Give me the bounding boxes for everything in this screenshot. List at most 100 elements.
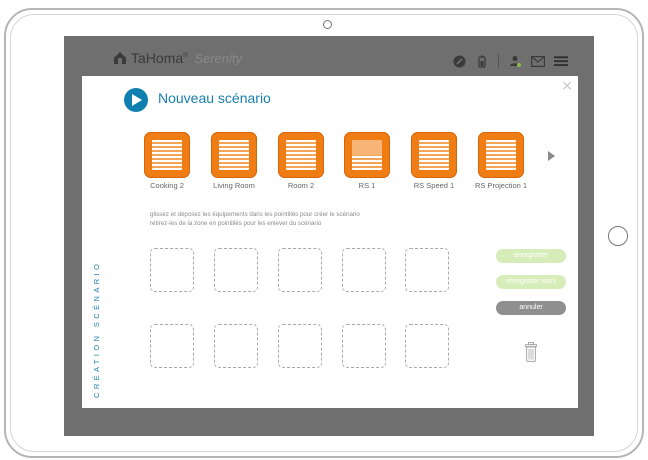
roller-shutter-icon bbox=[278, 132, 324, 178]
instruction-line: retirez-les de la zone en pointillés pou… bbox=[150, 220, 322, 227]
house-icon bbox=[114, 52, 126, 64]
drop-slot[interactable] bbox=[150, 248, 194, 292]
device-tile[interactable]: Cooking 2 bbox=[134, 132, 200, 190]
save-as-button[interactable]: enregistrer sous bbox=[496, 275, 566, 289]
drop-slot[interactable] bbox=[214, 324, 258, 368]
shutter-slat bbox=[152, 158, 182, 160]
app-logo[interactable]: TaHoma® Serenity bbox=[113, 50, 242, 66]
shutter-slat bbox=[419, 142, 449, 144]
shutter-slat bbox=[419, 166, 449, 168]
settings-icon[interactable] bbox=[452, 54, 466, 68]
drop-slot[interactable] bbox=[342, 248, 386, 292]
roller-shutter-icon bbox=[344, 132, 390, 178]
shutter-slat bbox=[419, 154, 449, 156]
cancel-button[interactable]: annuler bbox=[496, 301, 566, 315]
shutter-slat bbox=[152, 154, 182, 156]
new-scenario-modal: × Nouveau scénario Cooking 2 Living Room R… bbox=[82, 76, 578, 408]
tablet-camera bbox=[323, 20, 332, 29]
shutter-slat bbox=[419, 162, 449, 164]
side-label: CRÉATION SCÉNARIO bbox=[92, 260, 101, 398]
device-tile[interactable]: Living Room bbox=[201, 132, 267, 190]
roller-shutter-icon bbox=[411, 132, 457, 178]
shutter-slat bbox=[352, 158, 382, 160]
device-tile[interactable]: RS Projection 1 bbox=[468, 132, 534, 190]
modal-title: Nouveau scénario bbox=[158, 90, 271, 106]
shutter-slat bbox=[352, 162, 382, 164]
drop-slot[interactable] bbox=[150, 324, 194, 368]
menu-icon[interactable] bbox=[554, 54, 568, 68]
next-arrow-icon[interactable] bbox=[548, 151, 555, 161]
shutter-slat bbox=[486, 162, 516, 164]
brand-subtitle: Serenity bbox=[194, 50, 243, 66]
battery-icon[interactable] bbox=[475, 54, 489, 68]
shutter-slat bbox=[152, 166, 182, 168]
trash-icon[interactable] bbox=[525, 342, 537, 362]
roller-shutter-icon bbox=[478, 132, 524, 178]
drop-slot[interactable] bbox=[278, 248, 322, 292]
drop-slot[interactable] bbox=[214, 248, 258, 292]
shutter-slat bbox=[152, 146, 182, 148]
shutter-graphic bbox=[152, 140, 182, 170]
shutter-slat bbox=[486, 142, 516, 144]
shutter-slat bbox=[152, 150, 182, 152]
header-toolbar bbox=[452, 54, 568, 68]
shutter-slat bbox=[152, 142, 182, 144]
shutter-slat bbox=[286, 154, 316, 156]
shutter-slat bbox=[486, 158, 516, 160]
drop-slot[interactable] bbox=[278, 324, 322, 368]
app-header: TaHoma® Serenity bbox=[64, 36, 594, 78]
brand-name: TaHoma® bbox=[131, 50, 189, 66]
device-tile[interactable]: RS 1 bbox=[334, 132, 400, 190]
drop-slot[interactable] bbox=[405, 324, 449, 368]
device-label: RS 1 bbox=[358, 181, 376, 190]
shutter-slat bbox=[219, 150, 249, 152]
tablet-home-button[interactable] bbox=[608, 226, 628, 246]
roller-shutter-icon bbox=[144, 132, 190, 178]
instruction-line: glissez et déposez les équipements dans … bbox=[150, 211, 360, 218]
shutter-slat bbox=[219, 146, 249, 148]
shutter-slat bbox=[219, 142, 249, 144]
device-label: Room 2 bbox=[287, 181, 315, 190]
device-label: Living Room bbox=[213, 181, 255, 190]
shutter-slat bbox=[219, 158, 249, 160]
roller-shutter-icon bbox=[211, 132, 257, 178]
device-tile[interactable]: RS Speed 1 bbox=[401, 132, 467, 190]
shutter-slat bbox=[152, 162, 182, 164]
shutter-slat bbox=[219, 154, 249, 156]
shutter-slat bbox=[486, 166, 516, 168]
user-icon[interactable] bbox=[508, 54, 522, 68]
shutter-closed-portion bbox=[352, 140, 382, 155]
shutter-slat bbox=[419, 158, 449, 160]
shutter-graphic bbox=[419, 140, 449, 170]
shutter-slat bbox=[486, 146, 516, 148]
device-tile[interactable]: Room 2 bbox=[268, 132, 334, 190]
instructions: glissez et déposez les équipements dans … bbox=[150, 210, 360, 228]
mail-icon[interactable] bbox=[531, 54, 545, 68]
drop-slot[interactable] bbox=[405, 248, 449, 292]
header-divider bbox=[498, 54, 499, 68]
close-icon[interactable]: × bbox=[561, 78, 573, 94]
shutter-slat bbox=[286, 150, 316, 152]
shutter-slat bbox=[286, 166, 316, 168]
device-label: RS Projection 1 bbox=[474, 181, 528, 190]
save-button[interactable]: enregistrer bbox=[496, 249, 566, 263]
shutter-slat bbox=[219, 166, 249, 168]
shutter-slat bbox=[286, 146, 316, 148]
device-label: Cooking 2 bbox=[150, 181, 184, 190]
shutter-slat bbox=[419, 150, 449, 152]
shutter-graphic bbox=[219, 140, 249, 170]
shutter-slat bbox=[286, 142, 316, 144]
shutter-slat bbox=[486, 150, 516, 152]
shutter-slat bbox=[419, 146, 449, 148]
shutter-slat bbox=[286, 158, 316, 160]
play-icon bbox=[124, 88, 148, 112]
shutter-slat bbox=[352, 166, 382, 168]
device-label: RS Speed 1 bbox=[413, 181, 455, 190]
shutter-slat bbox=[219, 162, 249, 164]
shutter-slat bbox=[486, 154, 516, 156]
shutter-slat bbox=[286, 162, 316, 164]
shutter-graphic bbox=[286, 140, 316, 170]
shutter-graphic bbox=[486, 140, 516, 170]
drop-slot[interactable] bbox=[342, 324, 386, 368]
shutter-graphic bbox=[352, 140, 382, 170]
